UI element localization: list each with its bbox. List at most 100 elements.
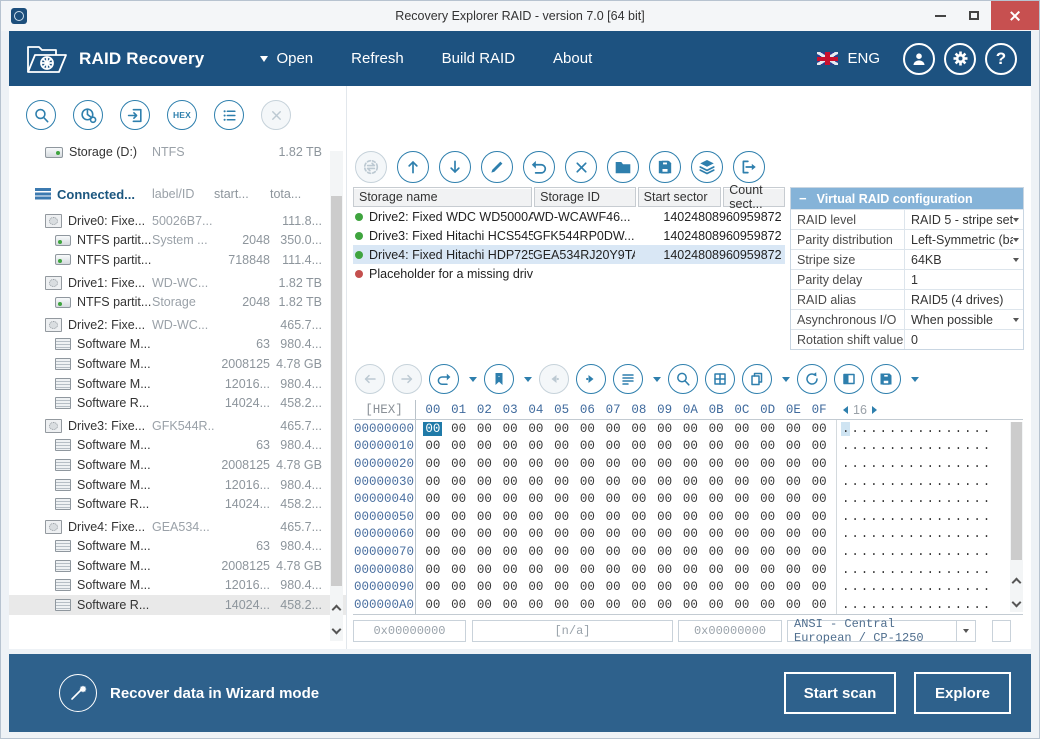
hex-byte[interactable]: 00 <box>446 510 472 524</box>
hex-byte[interactable]: 00 <box>781 475 807 489</box>
ascii-char[interactable]: . <box>850 422 859 436</box>
hex-byte[interactable]: 00 <box>420 457 446 471</box>
ascii-char[interactable]: . <box>850 492 859 506</box>
hex-byte[interactable]: 00 <box>703 527 729 541</box>
ascii-char[interactable]: . <box>954 510 963 524</box>
drive-row[interactable]: Drive3: Fixed Hitachi HCS5450...GFK544RP… <box>353 226 785 245</box>
ascii-char[interactable]: . <box>972 439 981 453</box>
hex-byte[interactable]: 00 <box>549 563 575 577</box>
move-down-button[interactable] <box>439 151 471 183</box>
close-storage-button[interactable] <box>261 100 291 130</box>
ascii-char[interactable]: . <box>897 422 906 436</box>
hex-byte[interactable]: 00 <box>497 510 523 524</box>
hex-byte[interactable]: 00 <box>575 580 601 594</box>
ascii-char[interactable]: . <box>916 527 925 541</box>
hex-byte[interactable]: 00 <box>652 563 678 577</box>
hex-byte[interactable]: 00 <box>781 422 807 436</box>
ascii-char[interactable]: . <box>869 439 878 453</box>
storage-d-row[interactable]: Storage (D:) NTFS 1.82 TB <box>9 142 346 162</box>
ascii-char[interactable]: . <box>879 527 888 541</box>
hex-byte[interactable]: 00 <box>781 580 807 594</box>
hex-byte[interactable]: 00 <box>600 475 626 489</box>
hex-byte[interactable]: 00 <box>626 439 652 453</box>
ascii-char[interactable]: . <box>972 598 981 612</box>
copy-button[interactable] <box>742 364 772 394</box>
scroll-down-icon[interactable] <box>332 625 342 635</box>
search-button[interactable] <box>26 100 56 130</box>
ascii-char[interactable]: . <box>982 475 991 489</box>
ascii-char[interactable]: . <box>954 527 963 541</box>
ascii-char[interactable]: . <box>850 439 859 453</box>
ascii-char[interactable]: . <box>860 475 869 489</box>
tree-item[interactable]: Software M...12016...980.4... <box>9 576 346 596</box>
hex-byte[interactable]: 00 <box>600 422 626 436</box>
raid-config-value[interactable]: 0 <box>904 330 1023 349</box>
ascii-char[interactable]: . <box>944 422 953 436</box>
ascii-char[interactable]: . <box>860 580 869 594</box>
ascii-char[interactable]: . <box>935 598 944 612</box>
minimize-button[interactable] <box>923 1 957 30</box>
ascii-char[interactable]: . <box>916 422 925 436</box>
ascii-char[interactable]: . <box>860 545 869 559</box>
hex-byte[interactable]: 00 <box>703 475 729 489</box>
tree-item[interactable]: Software M...63980.4... <box>9 335 346 355</box>
ascii-char[interactable]: . <box>860 563 869 577</box>
ascii-char[interactable]: . <box>944 598 953 612</box>
ascii-char[interactable]: . <box>935 527 944 541</box>
hex-byte[interactable]: 00 <box>652 580 678 594</box>
ascii-char[interactable]: . <box>916 475 925 489</box>
hex-byte[interactable]: 00 <box>626 492 652 506</box>
position-field[interactable]: 0x00000000 <box>678 620 782 642</box>
scroll-up-icon[interactable] <box>332 605 342 615</box>
hex-scroll-down-icon[interactable] <box>1012 598 1022 608</box>
hex-byte[interactable]: 00 <box>678 580 704 594</box>
ascii-char[interactable]: . <box>963 598 972 612</box>
ascii-char[interactable]: . <box>869 563 878 577</box>
hex-byte[interactable]: 00 <box>626 527 652 541</box>
ascii-char[interactable]: . <box>897 492 906 506</box>
ascii-char[interactable]: . <box>926 580 935 594</box>
hex-byte[interactable]: 00 <box>575 439 601 453</box>
ascii-char[interactable]: . <box>907 598 916 612</box>
tree-item[interactable]: NTFS partit...System ...2048350.0... <box>9 231 346 251</box>
nav-item-build-raid[interactable]: Build RAID <box>442 50 515 67</box>
hex-byte[interactable]: 00 <box>626 580 652 594</box>
ascii-char[interactable]: . <box>869 598 878 612</box>
ascii-char[interactable]: . <box>926 457 935 471</box>
ascii-char[interactable]: . <box>897 580 906 594</box>
hex-byte[interactable]: 00 <box>652 492 678 506</box>
ascii-char[interactable]: . <box>935 545 944 559</box>
ascii-char[interactable]: . <box>888 580 897 594</box>
settings-button[interactable] <box>944 43 976 75</box>
panel-toggle-button[interactable] <box>834 364 864 394</box>
ascii-char[interactable]: . <box>897 475 906 489</box>
sidebar-scrollbar[interactable] <box>330 151 343 641</box>
hex-byte[interactable]: 00 <box>806 475 832 489</box>
hex-byte[interactable]: 00 <box>781 527 807 541</box>
hex-scrollbar[interactable] <box>1010 422 1023 612</box>
hex-byte[interactable]: 00 <box>446 439 472 453</box>
hex-byte[interactable]: 00 <box>652 598 678 612</box>
ascii-char[interactable]: . <box>850 510 859 524</box>
ascii-char[interactable]: . <box>860 492 869 506</box>
hex-byte[interactable]: 00 <box>755 439 781 453</box>
drive-row[interactable]: Placeholder for a missing drive <box>353 264 785 283</box>
offset-field[interactable]: 0x00000000 <box>353 620 466 642</box>
ascii-char[interactable]: . <box>935 457 944 471</box>
raid-config-value[interactable]: Left-Symmetric (bac <box>904 230 1023 249</box>
hex-byte[interactable]: 00 <box>472 527 498 541</box>
ascii-char[interactable]: . <box>869 422 878 436</box>
ascii-char[interactable]: . <box>907 439 916 453</box>
hex-byte[interactable]: 00 <box>420 510 446 524</box>
hex-byte[interactable]: 00 <box>420 492 446 506</box>
help-button[interactable]: ? <box>985 43 1017 75</box>
hex-byte[interactable]: 00 <box>523 457 549 471</box>
hex-byte[interactable]: 00 <box>523 475 549 489</box>
hex-byte[interactable]: 00 <box>729 475 755 489</box>
ascii-char[interactable]: . <box>954 475 963 489</box>
hex-byte[interactable]: 00 <box>806 457 832 471</box>
ascii-char[interactable]: . <box>888 475 897 489</box>
hex-byte[interactable]: 00 <box>575 545 601 559</box>
hex-byte[interactable]: 00 <box>575 510 601 524</box>
view-options-button[interactable] <box>613 364 643 394</box>
